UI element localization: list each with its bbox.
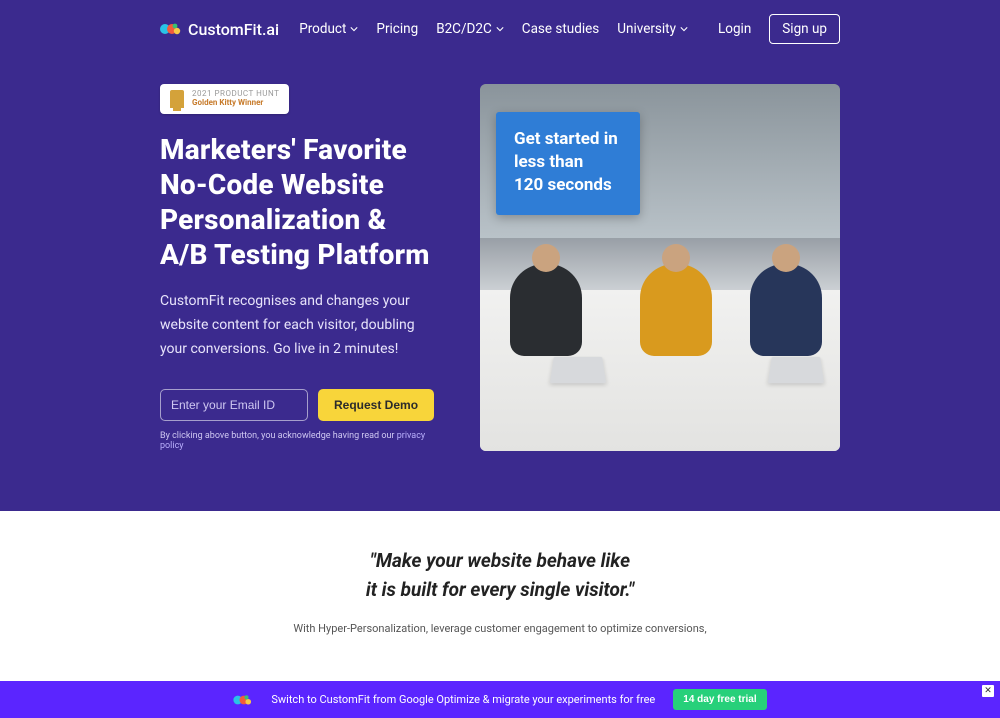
quote-text: "Make your website behave like it is bui… — [270, 547, 730, 604]
quote-section: "Make your website behave like it is bui… — [0, 511, 1000, 681]
overlay-line1: Get started in — [514, 128, 618, 151]
nav-product[interactable]: Product — [299, 21, 358, 37]
request-demo-button[interactable]: Request Demo — [318, 389, 434, 421]
brand-name: CustomFit.ai — [188, 20, 279, 39]
quote-subtext: With Hyper-Personalization, leverage cus… — [240, 622, 760, 635]
overlay-line2: less than — [514, 151, 618, 174]
chevron-down-icon — [350, 25, 358, 33]
nav-b2c[interactable]: B2C/D2C — [436, 21, 504, 37]
hero-title-line3: Personalization & — [160, 203, 386, 236]
badge-line2: Golden Kitty Winner — [192, 99, 279, 108]
nav-pricing[interactable]: Pricing — [376, 21, 418, 37]
hero-title-line1: Marketers' Favorite — [160, 133, 407, 166]
hero-title: Marketers' Favorite No-Code Website Pers… — [160, 132, 450, 272]
nav-university-label: University — [617, 21, 676, 37]
trophy-icon — [170, 90, 184, 108]
demo-form: Request Demo — [160, 389, 450, 421]
email-input[interactable] — [160, 389, 308, 421]
promo-bottom-bar: Switch to CustomFit from Google Optimize… — [0, 681, 1000, 718]
nav-university[interactable]: University — [617, 21, 688, 37]
logo-mark-icon — [160, 21, 182, 37]
form-disclaimer: By clicking above button, you acknowledg… — [160, 431, 450, 451]
nav-case-studies[interactable]: Case studies — [522, 21, 599, 37]
nav-product-label: Product — [299, 21, 346, 37]
disclaimer-text: By clicking above button, you acknowledg… — [160, 431, 397, 441]
site-header: CustomFit.ai Product Pricing B2C/D2C Cas… — [0, 0, 1000, 58]
nav-b2c-label: B2C/D2C — [436, 21, 492, 37]
nav-login[interactable]: Login — [718, 21, 751, 37]
chevron-down-icon — [496, 25, 504, 33]
chevron-down-icon — [680, 25, 688, 33]
promo-bar-text: Switch to CustomFit from Google Optimize… — [271, 693, 655, 706]
hero-title-line2: No-Code Website — [160, 168, 384, 201]
hero-section: 2021 PRODUCT HUNT Golden Kitty Winner Ma… — [0, 58, 1000, 511]
badge-text: 2021 PRODUCT HUNT Golden Kitty Winner — [192, 90, 279, 108]
main-nav: Product Pricing B2C/D2C Case studies Uni… — [299, 14, 840, 44]
quote-line1: "Make your website behave like — [270, 547, 730, 576]
logo-mark-icon — [233, 693, 253, 707]
hero-title-line4: A/B Testing Platform — [160, 238, 430, 271]
hero-video-thumbnail[interactable]: Get started in less than 120 seconds — [480, 84, 840, 451]
brand-logo[interactable]: CustomFit.ai — [160, 20, 279, 39]
award-badge[interactable]: 2021 PRODUCT HUNT Golden Kitty Winner — [160, 84, 289, 114]
close-icon[interactable]: ✕ — [982, 685, 994, 697]
overlay-line3: 120 seconds — [514, 174, 618, 197]
free-trial-button[interactable]: 14 day free trial — [673, 689, 766, 710]
quote-line2: it is built for every single visitor." — [270, 576, 730, 605]
signup-button[interactable]: Sign up — [769, 14, 840, 44]
overlay-callout: Get started in less than 120 seconds — [496, 112, 640, 215]
hero-subtitle: CustomFit recognises and changes your we… — [160, 290, 430, 361]
hero-left-column: 2021 PRODUCT HUNT Golden Kitty Winner Ma… — [160, 84, 450, 451]
